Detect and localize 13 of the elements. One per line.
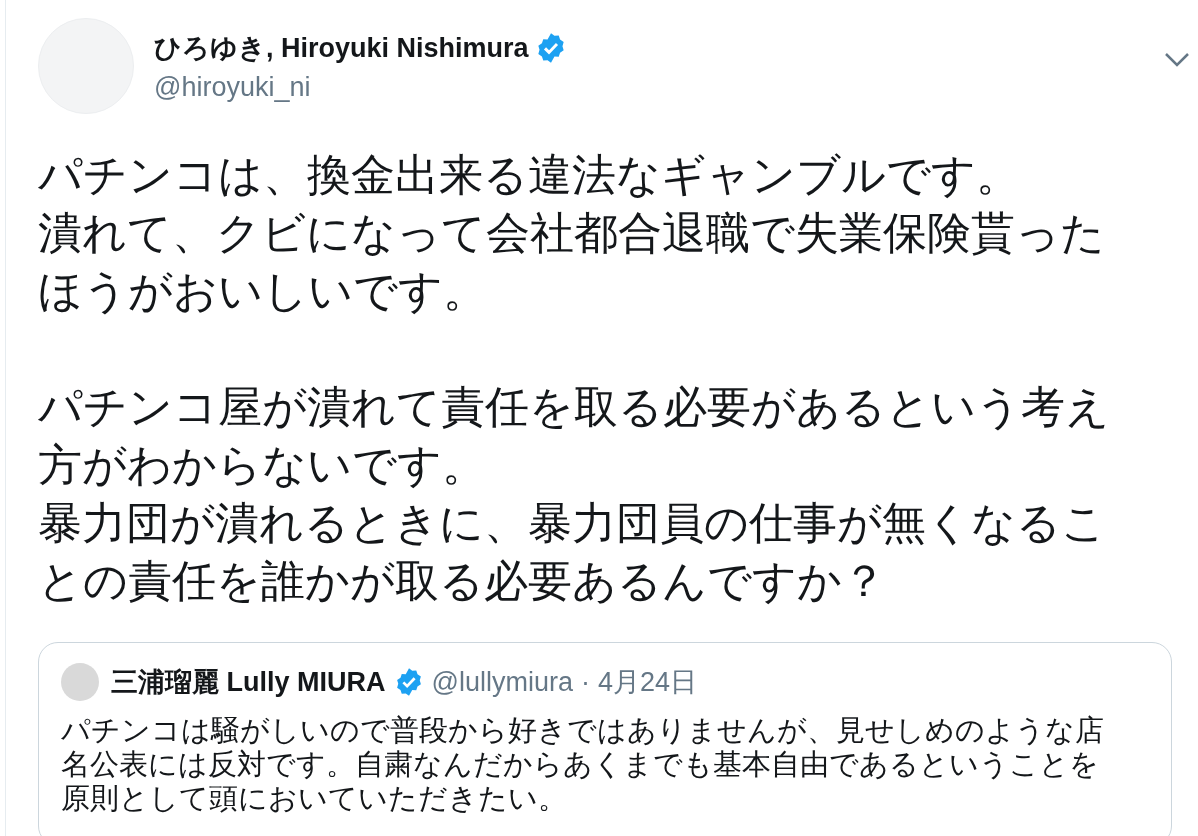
- quoted-author-name: 三浦瑠麗 Lully MIURA: [111, 666, 386, 699]
- quoted-date: 4月24日: [597, 666, 697, 699]
- tweet-text: パチンコは、換金出来る違法なギャンブルです。: [38, 149, 1021, 201]
- quoted-tweet-text: パチンコは騒がしいので普段から好きではありませんが、見せしめのような店名公表には反対です。自粛なんだからあくまでも基本自由であるということを原則として頭においていただきたい。: [61, 713, 1105, 815]
- tweet-text: パチンコ屋が潰れて責任を取る必要があるという考え方がわからないです。: [38, 381, 1111, 491]
- tweet-text: 暴力団が潰れるときに、暴力団員の仕事が無くなることの責任を誰かが取る必要あるんですか？: [38, 497, 1107, 607]
- author-handle[interactable]: @hiroyuki_ni: [154, 72, 1164, 103]
- quoted-author-handle: @lullymiura: [431, 666, 573, 698]
- quoted-avatar[interactable]: [61, 663, 99, 701]
- author-name[interactable]: ひろゆき, Hiroyuki Nishimura: [154, 30, 529, 66]
- tweet-text: 潰れて、クビになって会社都合退職で失業保険貰ったほうがおいしいです。: [38, 207, 1106, 317]
- chevron-down-icon[interactable]: [1164, 52, 1190, 68]
- separator-dot: ·: [580, 666, 590, 698]
